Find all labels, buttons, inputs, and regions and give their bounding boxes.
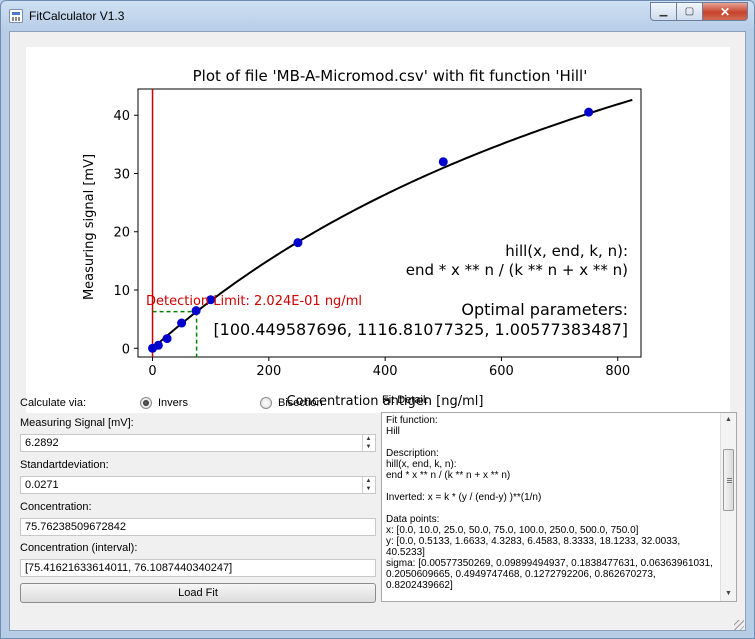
measuring-signal-label: Measuring Signal [mV]: [20,417,134,429]
stddev-label: Standartdeviation: [20,459,109,471]
chart-title: Plot of file 'MB-A-Micromod.csv' with fi… [193,67,588,85]
formula-line2: end * x ** n / (k ** n + x ** n) [406,261,628,279]
measuring-signal-field[interactable]: 6.2892 [20,434,376,452]
calculator-app-icon [9,9,23,23]
x-tick-label: 0 [148,364,156,379]
scroll-up-icon[interactable]: ▲ [721,413,736,427]
fit-detail-text: Fit function: Hill Description: hill(x, … [386,415,713,591]
interval-label: Concentration (interval): [20,542,138,554]
load-fit-button[interactable]: Load Fit [20,583,376,603]
radio-invers-label[interactable]: Invers [158,397,188,409]
minimize-button[interactable]: ▁ [650,2,677,21]
y-tick-label: 30 [113,167,130,182]
calculate-via-label: Calculate via: [20,397,87,409]
data-point [293,238,303,248]
data-point [162,334,172,344]
concentration-label: Concentration: [20,501,92,513]
params-values: [100.449587696, 1116.81077325, 1.0057738… [213,320,628,339]
fit-detail-scrollbar[interactable]: ▲ ▼ [720,413,736,601]
stddev-spinner[interactable]: ▲ ▼ [362,477,374,493]
data-point [153,340,163,350]
spin-down-icon[interactable]: ▼ [363,485,374,493]
spin-up-icon[interactable]: ▲ [363,477,374,485]
fit-detail-panel: Fit Detail: Fit function: Hill Descripti… [381,394,739,604]
window-controls: ▁ ▢ ✕ [650,2,748,22]
interval-field[interactable]: [75.41621633614011, 76.1087440340247] [20,559,376,577]
close-button[interactable]: ✕ [702,2,748,21]
data-point [438,157,448,167]
y-tick-label: 0 [122,342,130,357]
radio-invers[interactable] [140,397,152,409]
y-tick-label: 40 [113,109,130,124]
client-area: Plot of file 'MB-A-Micromod.csv' with fi… [9,31,746,631]
interval-value: [75.41621633614011, 76.1087440340247] [25,562,233,574]
params-title: Optimal parameters: [461,300,628,319]
maximize-button[interactable]: ▢ [676,2,703,21]
radio-bisection[interactable] [260,397,272,409]
fit-chart: Plot of file 'MB-A-Micromod.csv' with fi… [82,67,642,409]
scroll-thumb[interactable] [723,449,734,511]
stddev-field[interactable]: 0.0271 [20,476,376,494]
data-point [584,107,594,117]
app-window: FitCalculator V1.3 ▁ ▢ ✕ Plot of file 'M… [0,0,755,639]
y-tick-label: 10 [113,284,130,299]
fit-detail-textarea[interactable]: Fit function: Hill Description: hill(x, … [381,412,737,602]
x-tick-label: 200 [256,364,281,379]
spin-up-icon[interactable]: ▲ [363,435,374,443]
x-tick-label: 800 [605,364,630,379]
x-tick-label: 400 [373,364,398,379]
stddev-value: 0.0271 [25,479,59,491]
fit-detail-title: Fit Detail: [382,394,429,406]
spin-down-icon[interactable]: ▼ [363,443,374,451]
x-tick-label: 600 [489,364,514,379]
data-point [177,318,187,328]
detection-limit-label: Detection Limit: 2.024E-01 ng/ml [146,294,362,309]
concentration-value: 75.76238509672842 [25,521,126,533]
chart-ylabel: Measuring signal [mV] [82,154,97,300]
formula-line1: hill(x, end, k, n): [505,242,628,260]
measuring-signal-value: 6.2892 [25,437,59,449]
radio-bisection-label[interactable]: Bisection [278,397,323,409]
title-bar[interactable]: FitCalculator V1.3 ▁ ▢ ✕ [1,1,754,31]
scroll-down-icon[interactable]: ▼ [721,587,736,601]
concentration-field[interactable]: 75.76238509672842 [20,518,376,536]
measuring-signal-spinner[interactable]: ▲ ▼ [362,435,374,451]
window-title: FitCalculator V1.3 [29,9,125,23]
plot-canvas: Plot of file 'MB-A-Micromod.csv' with fi… [26,47,730,413]
resize-grip[interactable] [734,620,744,630]
y-tick-label: 20 [113,226,130,241]
